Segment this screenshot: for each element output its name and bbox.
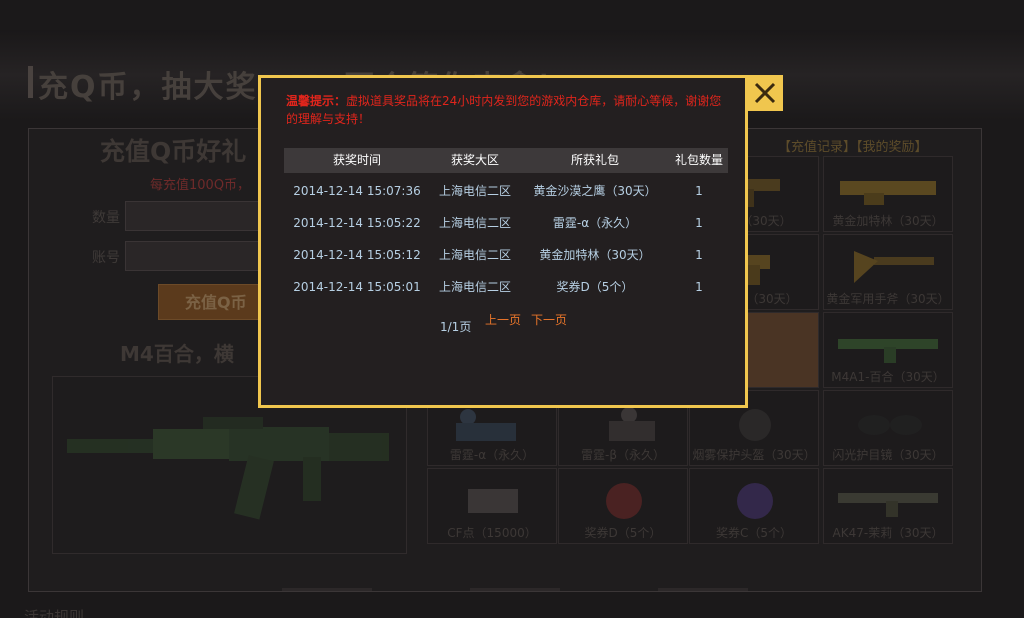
my-rewards-link[interactable]: 【我的奖励】 (856, 140, 928, 155)
prize-cell[interactable]: 奖券C（5个） (689, 468, 819, 544)
column-header: 所获礼包 (570, 153, 619, 167)
account-label: 账号 (92, 250, 120, 266)
prize-cell[interactable]: 黄金军用手斧（30天） (823, 234, 953, 310)
tip-message: 虚拟道具奖品将在24小时内发到您的游戏内仓库，请耐心等候，谢谢您的理解与支持！ (286, 94, 722, 126)
prize-cell-text: 雷霆-α（永久） (552, 216, 638, 230)
region-cell: 上海电信二区 (438, 280, 511, 294)
prize-cell[interactable]: 闪光护目镜（30天） (823, 390, 953, 466)
prize-label: 闪光护目镜（30天） (832, 448, 944, 462)
next-page-link[interactable]: 下一页 (531, 311, 567, 328)
tip-title: 温馨提示： (286, 94, 347, 108)
column-header: 获奖大区 (450, 153, 499, 167)
recharge-subtitle: 每充值100Q币， (150, 178, 251, 193)
axe-icon (854, 251, 934, 283)
prize-cell[interactable]: M4A1-百合（30天） (823, 312, 953, 388)
win-time-cell: 2014-12-14 15:05:01 (293, 280, 421, 294)
prev-page-link[interactable]: 上一页 (485, 311, 521, 328)
cf-points-icon (468, 489, 518, 513)
prize-records-dialog: 温馨提示：虚拟道具奖品将在24小时内发到您的游戏内仓库，请耐心等候，谢谢您的理解… (258, 75, 748, 408)
prize-label: AK47-茉莉（30天） (832, 526, 944, 540)
prize-label: CF点（15000） (447, 526, 537, 540)
quantity-input[interactable] (125, 201, 267, 231)
prize-label: 烟雾保护头盔（30天） (692, 448, 816, 462)
quantity-cell: 1 (695, 184, 703, 198)
divider (470, 588, 560, 591)
prize-label: 雷霆-α（永久） (449, 448, 535, 462)
helmet-icon (739, 409, 771, 441)
close-button[interactable] (747, 75, 783, 111)
prize-cell-text: 黄金加特林（30天） (539, 248, 651, 262)
divider (658, 588, 748, 591)
rules-title: 活动规则 (24, 608, 85, 618)
recharge-records-link[interactable]: 【充值记录】 (778, 140, 856, 155)
rifle-icon (838, 339, 938, 363)
region-cell: 上海电信二区 (438, 216, 511, 230)
region-cell: 上海电信二区 (438, 248, 511, 262)
table-row: 2014-12-14 15:05:12 上海电信二区 黄金加特林（30天） 1 (284, 239, 728, 271)
win-time-cell: 2014-12-14 15:07:36 (293, 184, 421, 198)
prize-label: M4A1-百合（30天） (831, 370, 945, 384)
gatling-icon (840, 181, 936, 205)
banner-stripe (28, 66, 33, 98)
prize-cell[interactable]: 奖券D（5个） (558, 468, 688, 544)
soldier-icon (609, 407, 655, 441)
quantity-cell: 1 (695, 248, 703, 262)
region-cell: 上海电信二区 (438, 184, 511, 198)
prize-label: 奖券D（5个） (584, 526, 662, 540)
rifle-icon (838, 493, 938, 517)
page-info: 1/1页 (440, 320, 472, 334)
ticket-ball-purple-icon (737, 483, 773, 519)
prize-cell-text: 黄金沙漠之鹰（30天） (533, 184, 657, 198)
promo-subtitle: M4百合，横 (120, 342, 234, 366)
prize-cell[interactable]: 黄金加特林（30天） (823, 156, 953, 232)
prize-cell[interactable]: AK47-茉莉（30天） (823, 468, 953, 544)
soldier-icon (456, 409, 516, 441)
prize-label: 黄金加特林（30天） (832, 214, 944, 228)
account-input[interactable] (125, 241, 267, 271)
prize-label: 黄金军用手斧（30天） (826, 292, 950, 306)
records-links: 【充值记录】【我的奖励】 (778, 136, 928, 155)
prize-cell-text: 奖券D（5个） (556, 280, 634, 294)
recharge-title: 充值Q币好礼 (100, 137, 247, 166)
win-time-cell: 2014-12-14 15:05:12 (293, 248, 421, 262)
column-header: 获奖时间 (332, 153, 381, 167)
close-icon (754, 82, 776, 104)
win-time-cell: 2014-12-14 15:05:22 (293, 216, 421, 230)
prize-label: 奖券C（5个） (715, 526, 792, 540)
divider (282, 588, 372, 591)
column-header: 礼包数量 (674, 153, 723, 167)
goggles-icon (858, 415, 922, 435)
prize-cell[interactable]: CF点（15000） (427, 468, 557, 544)
table-row: 2014-12-14 15:05:22 上海电信二区 雷霆-α（永久） 1 (284, 207, 728, 239)
quantity-label: 数量 (92, 210, 120, 226)
table-row: 2014-12-14 15:07:36 上海电信二区 黄金沙漠之鹰（30天） 1 (284, 175, 728, 207)
quantity-cell: 1 (695, 216, 703, 230)
ticket-ball-red-icon (606, 483, 642, 519)
tip-text: 温馨提示：虚拟道具奖品将在24小时内发到您的游戏内仓库，请耐心等候，谢谢您的理解… (286, 92, 731, 128)
quantity-cell: 1 (695, 280, 703, 294)
table-row: 2014-12-14 15:05:01 上海电信二区 奖券D（5个） 1 (284, 271, 728, 303)
recharge-button[interactable]: 充值Q币 (158, 284, 266, 320)
prize-label: 雷霆-β（永久） (581, 448, 665, 462)
records-table-header: 获奖时间 获奖大区 所获礼包 礼包数量 (284, 148, 728, 173)
